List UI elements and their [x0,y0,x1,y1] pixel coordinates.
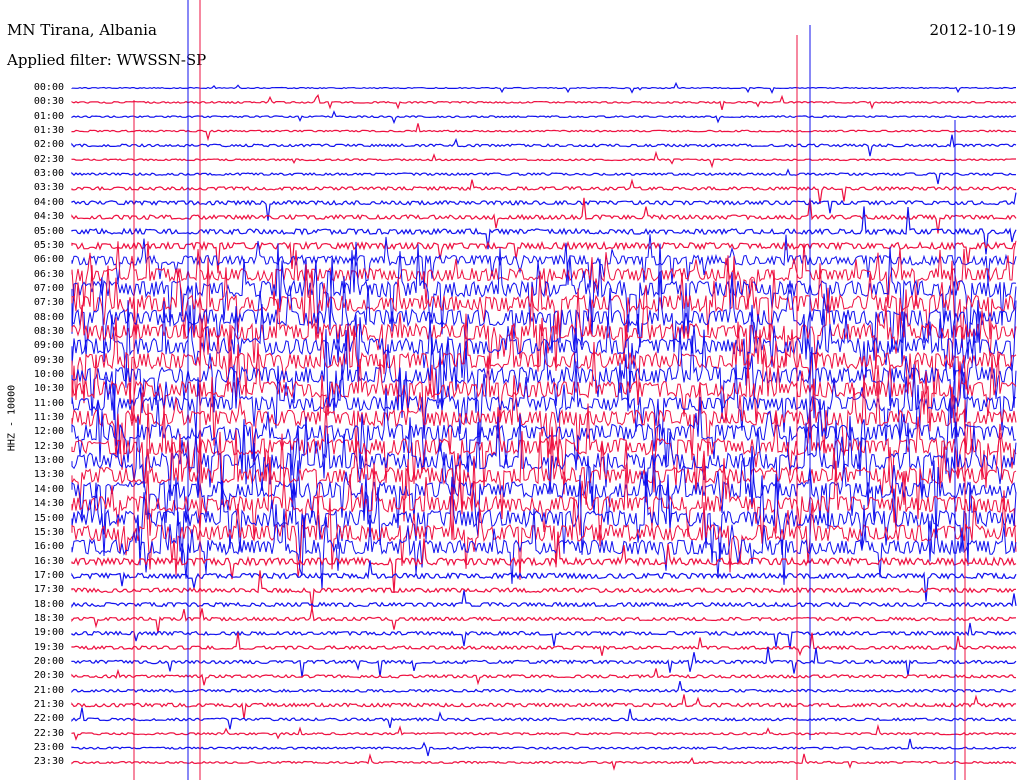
trace-row [71,632,1017,657]
trace-plot [71,0,1017,780]
trace-row [71,531,1017,594]
trace-row [71,134,1017,157]
trace-row [71,738,1017,757]
trace-row [71,590,1017,609]
seismogram-chart: MN Tirana, Albania Applied filter: WWSSN… [0,0,1024,780]
trace-row [71,723,1017,741]
trace-row [71,680,1017,693]
trace-row [71,607,1017,634]
trace-row [71,178,1017,204]
trace-row [71,168,1017,185]
trace-row [71,94,1017,110]
trace-row [71,753,1017,771]
trace-row [71,150,1016,169]
trace-row [71,707,1017,730]
trace-row [71,110,1017,125]
trace-row [71,668,1017,686]
trace-row [71,646,1017,678]
trace-row [71,123,1017,142]
trace-row [71,560,1017,602]
trace-row [71,694,1017,719]
trace-row [71,622,1017,650]
trace-row [71,81,1016,94]
trace-row [71,234,1017,289]
